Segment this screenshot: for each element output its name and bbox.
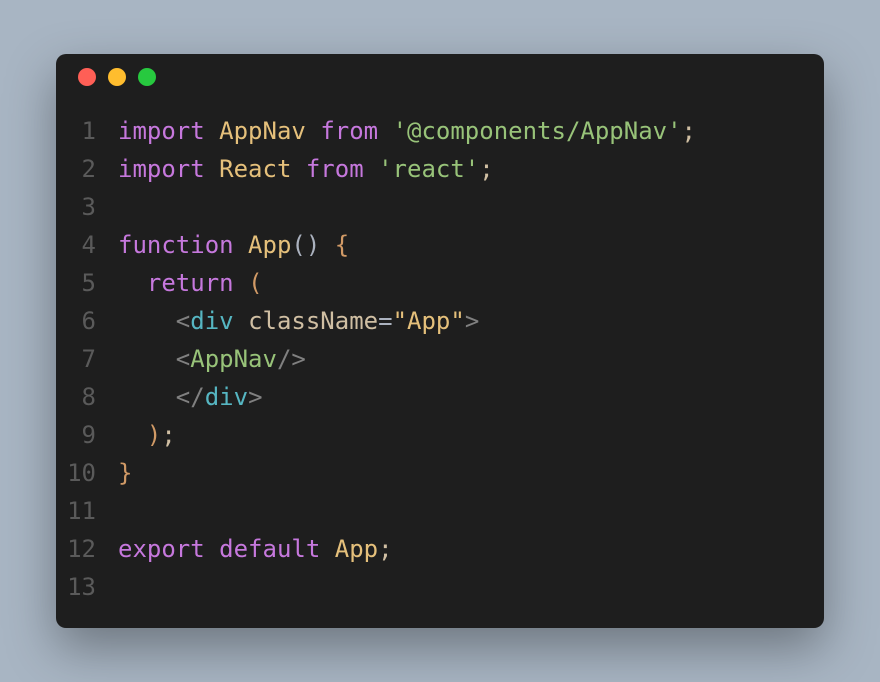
titlebar: [56, 54, 824, 100]
token-plain: [205, 535, 219, 563]
code-line[interactable]: 7 <AppNav/>: [56, 340, 824, 378]
line-number: 3: [56, 188, 118, 226]
token-plain: [205, 117, 219, 145]
token-str: '@components/AppNav': [393, 117, 682, 145]
token-kw: import: [118, 155, 205, 183]
minimize-icon[interactable]: [108, 68, 126, 86]
token-kw: function: [118, 231, 234, 259]
code-line[interactable]: 1import AppNav from '@components/AppNav'…: [56, 112, 824, 150]
token-plain: [364, 155, 378, 183]
token-kw: from: [320, 117, 378, 145]
code-content[interactable]: function App() {: [118, 226, 824, 264]
line-number: 7: [56, 340, 118, 378]
token-tag-bracket: >: [248, 383, 262, 411]
code-line[interactable]: 3: [56, 188, 824, 226]
code-content[interactable]: import AppNav from '@components/AppNav';: [118, 112, 824, 150]
line-number: 8: [56, 378, 118, 416]
token-plain: [378, 117, 392, 145]
line-number: 1: [56, 112, 118, 150]
token-str: 'react': [378, 155, 479, 183]
token-tag-bracket: >: [465, 307, 479, 335]
token-brace: {: [335, 231, 349, 259]
code-line[interactable]: 8 </div>: [56, 378, 824, 416]
line-number: 9: [56, 416, 118, 454]
token-plain: ;: [378, 535, 392, 563]
code-line[interactable]: 13: [56, 568, 824, 606]
code-line[interactable]: 12export default App;: [56, 530, 824, 568]
token-plain: ;: [682, 117, 696, 145]
token-tag-bracket: <: [176, 307, 190, 335]
line-number: 12: [56, 530, 118, 568]
token-kw: return: [147, 269, 234, 297]
code-area[interactable]: 1import AppNav from '@components/AppNav'…: [56, 100, 824, 628]
code-content[interactable]: <div className="App">: [118, 302, 824, 340]
token-plain: [306, 117, 320, 145]
token-plain: ;: [479, 155, 493, 183]
token-ident: App: [248, 231, 291, 259]
token-attr-name: className: [248, 307, 378, 335]
token-punc: (): [291, 231, 320, 259]
token-tag-comp: AppNav: [190, 345, 277, 373]
token-plain: [118, 307, 176, 335]
code-content[interactable]: );: [118, 416, 824, 454]
code-content[interactable]: [118, 188, 824, 226]
token-brace: ): [147, 421, 161, 449]
token-ident: AppNav: [219, 117, 306, 145]
zoom-icon[interactable]: [138, 68, 156, 86]
token-plain: [118, 421, 147, 449]
token-ident: React: [219, 155, 291, 183]
code-content[interactable]: </div>: [118, 378, 824, 416]
code-line[interactable]: 10}: [56, 454, 824, 492]
code-line[interactable]: 5 return (: [56, 264, 824, 302]
token-plain: ;: [161, 421, 175, 449]
code-line[interactable]: 9 );: [56, 416, 824, 454]
code-content[interactable]: }: [118, 454, 824, 492]
token-ident: App: [335, 535, 378, 563]
code-content[interactable]: return (: [118, 264, 824, 302]
token-tag-bracket: <: [176, 345, 190, 373]
code-line[interactable]: 11: [56, 492, 824, 530]
code-content[interactable]: [118, 492, 824, 530]
token-plain: [118, 269, 147, 297]
token-tag-name: div: [190, 307, 233, 335]
line-number: 10: [56, 454, 118, 492]
token-plain: [291, 155, 305, 183]
token-tag-name: div: [205, 383, 248, 411]
token-plain: [234, 269, 248, 297]
line-number: 5: [56, 264, 118, 302]
code-content[interactable]: <AppNav/>: [118, 340, 824, 378]
code-content[interactable]: export default App;: [118, 530, 824, 568]
line-number: 6: [56, 302, 118, 340]
token-plain: [118, 383, 176, 411]
token-brace: }: [118, 459, 132, 487]
token-kw: import: [118, 117, 205, 145]
token-tag-bracket: </: [176, 383, 205, 411]
code-line[interactable]: 4function App() {: [56, 226, 824, 264]
token-tag-bracket: />: [277, 345, 306, 373]
line-number: 13: [56, 568, 118, 606]
code-line[interactable]: 2import React from 'react';: [56, 150, 824, 188]
line-number: 4: [56, 226, 118, 264]
token-plain: [320, 535, 334, 563]
token-brace: (: [248, 269, 262, 297]
token-kw: from: [306, 155, 364, 183]
code-content[interactable]: import React from 'react';: [118, 150, 824, 188]
token-attr-val: "App": [393, 307, 465, 335]
token-eq: =: [378, 307, 392, 335]
token-plain: [320, 231, 334, 259]
token-plain: [205, 155, 219, 183]
code-line[interactable]: 6 <div className="App">: [56, 302, 824, 340]
token-kw: export: [118, 535, 205, 563]
token-plain: [234, 307, 248, 335]
token-plain: [118, 345, 176, 373]
token-plain: [234, 231, 248, 259]
token-kw: default: [219, 535, 320, 563]
close-icon[interactable]: [78, 68, 96, 86]
code-content[interactable]: [118, 568, 824, 606]
line-number: 2: [56, 150, 118, 188]
editor-window: 1import AppNav from '@components/AppNav'…: [56, 54, 824, 628]
line-number: 11: [56, 492, 118, 530]
